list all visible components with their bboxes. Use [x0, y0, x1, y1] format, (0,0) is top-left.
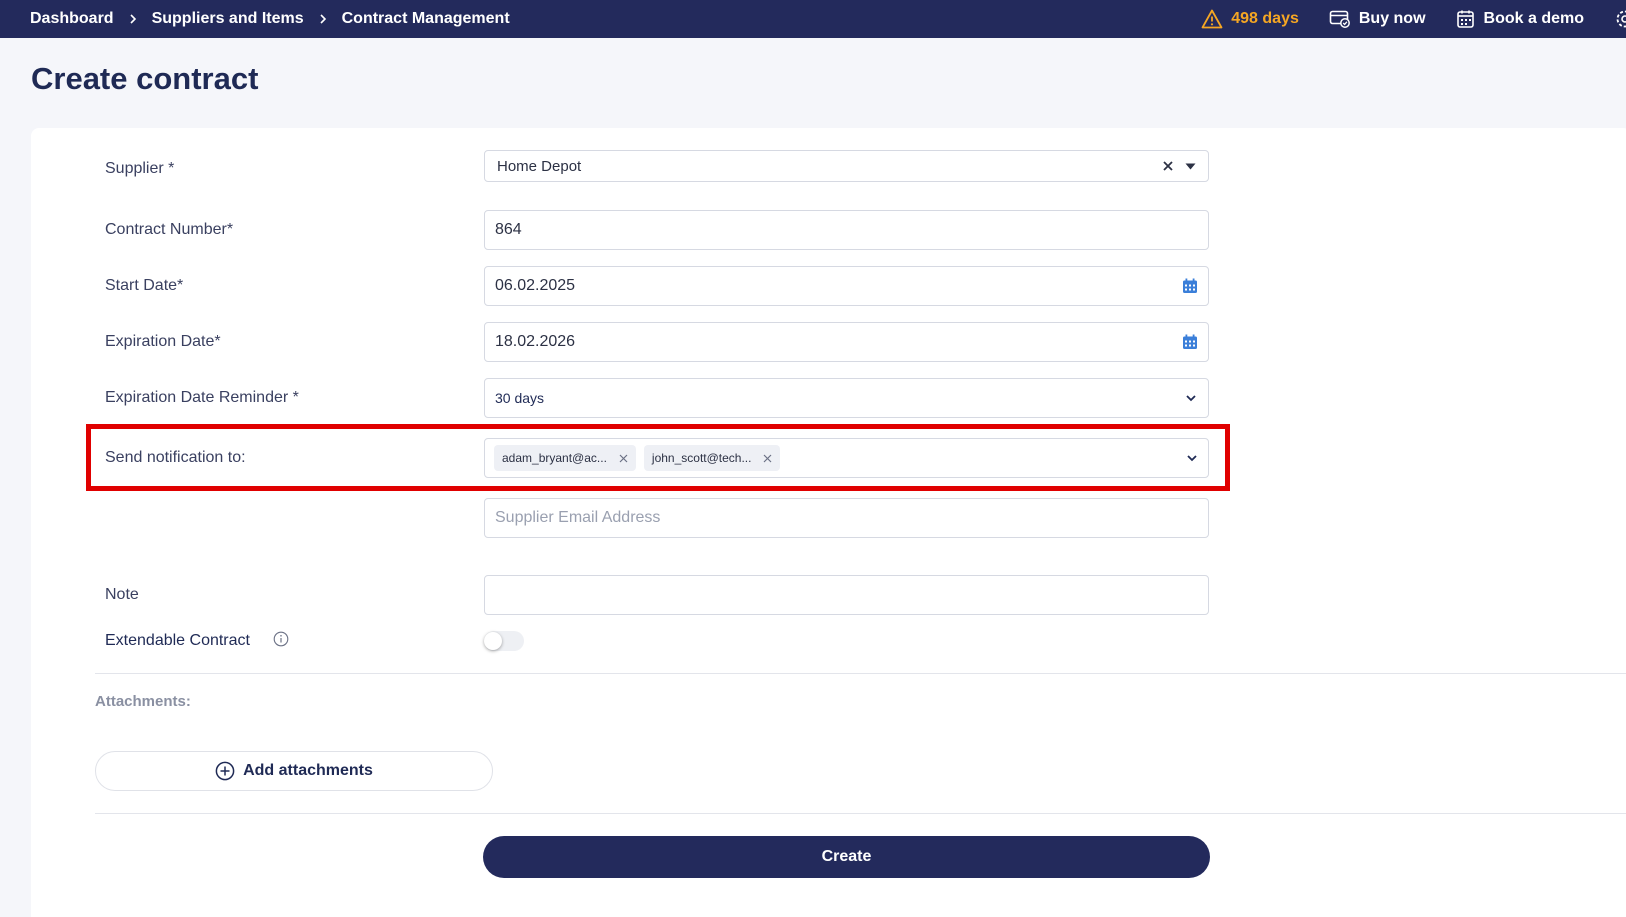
toggle-knob [484, 632, 502, 650]
clear-icon[interactable] [1163, 161, 1173, 171]
contract-number-input[interactable]: 864 [484, 210, 1209, 250]
breadcrumb: Dashboard Suppliers and Items Contract M… [0, 10, 510, 28]
breadcrumb-contract-management[interactable]: Contract Management [342, 10, 510, 28]
caret-down-icon[interactable] [1185, 163, 1196, 170]
contract-number-value: 864 [495, 221, 522, 238]
trial-days-text: 498 days [1231, 10, 1299, 27]
expiration-date-value: 18.02.2026 [495, 333, 576, 350]
book-demo-button[interactable]: Book a demo [1456, 9, 1584, 29]
calendar-icon[interactable] [1182, 278, 1198, 294]
divider [95, 813, 1626, 814]
buy-now-label: Buy now [1358, 10, 1426, 27]
supplier-value: Home Depot [497, 157, 582, 175]
reminder-value: 30 days [495, 390, 545, 406]
start-date-label: Start Date* [105, 277, 184, 294]
highlight-box [86, 424, 1230, 491]
start-date-input[interactable]: 06.02.2025 [484, 266, 1209, 306]
supplier-select[interactable]: Home Depot [484, 150, 1209, 182]
warning-icon [1201, 9, 1223, 29]
chevron-right-icon [318, 14, 328, 24]
trial-days-indicator[interactable]: 498 days [1201, 9, 1299, 29]
breadcrumb-dashboard[interactable]: Dashboard [30, 10, 114, 28]
calendar-icon[interactable] [1182, 334, 1198, 350]
top-navigation-bar: Dashboard Suppliers and Items Contract M… [0, 0, 1626, 38]
calendar-icon [1456, 10, 1474, 28]
start-date-value: 06.02.2025 [495, 277, 576, 294]
note-input[interactable] [484, 575, 1209, 615]
breadcrumb-suppliers-and-items[interactable]: Suppliers and Items [152, 10, 304, 28]
chevron-down-icon[interactable] [1184, 391, 1198, 405]
attachments-label: Attachments: [95, 693, 191, 710]
reminder-label: Expiration Date Reminder * [105, 389, 299, 406]
create-button[interactable]: Create [483, 836, 1210, 878]
expiration-date-label: Expiration Date* [105, 333, 221, 350]
divider [95, 673, 1626, 674]
top-right-actions: 498 days Buy now Book a demo [1201, 0, 1626, 38]
add-attachments-button[interactable]: Add attachments [95, 751, 493, 791]
supplier-email-placeholder: Supplier Email Address [495, 509, 661, 526]
reminder-select[interactable]: 30 days [484, 378, 1209, 418]
extendable-contract-toggle[interactable] [484, 631, 524, 651]
note-label: Note [105, 586, 139, 603]
extendable-contract-label: Extendable Contract [105, 632, 250, 649]
supplier-label: Supplier * [105, 160, 175, 177]
book-demo-label: Book a demo [1483, 10, 1584, 27]
settings-gear-icon[interactable] [1614, 0, 1626, 38]
chevron-right-icon [128, 14, 138, 24]
buy-now-button[interactable]: Buy now [1329, 9, 1426, 29]
add-attachments-label: Add attachments [243, 762, 373, 779]
plus-circle-icon [215, 761, 235, 781]
info-icon[interactable] [273, 631, 289, 647]
supplier-email-input[interactable]: Supplier Email Address [484, 498, 1209, 538]
credit-card-icon [1329, 10, 1350, 28]
contract-number-label: Contract Number* [105, 221, 234, 238]
page-title: Create contract [31, 61, 259, 96]
expiration-date-input[interactable]: 18.02.2026 [484, 322, 1209, 362]
